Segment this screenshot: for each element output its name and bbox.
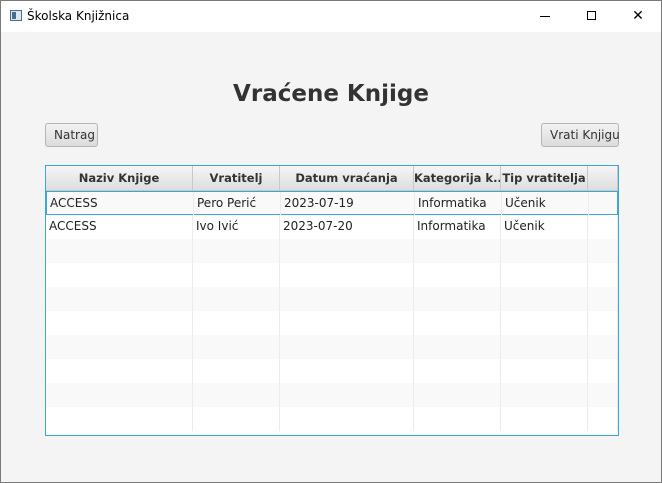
column-header-returner[interactable]: Vratitelj xyxy=(193,166,280,190)
column-header-filler xyxy=(588,166,618,190)
minimize-button[interactable] xyxy=(523,1,569,32)
empty-cell xyxy=(280,263,414,287)
column-header-returner-type[interactable]: Tip vratitelja xyxy=(501,166,588,190)
table-row[interactable]: ACCESS Pero Perić 2023-07-19 Informatika… xyxy=(46,191,618,216)
empty-cell xyxy=(414,287,501,311)
empty-cell xyxy=(414,407,501,431)
empty-cell xyxy=(501,287,588,311)
cell-filler xyxy=(588,215,618,239)
window-title: Školska Knjižnica xyxy=(27,9,130,23)
empty-cell xyxy=(193,383,280,407)
back-button[interactable]: Natrag xyxy=(45,123,98,147)
cell-return-date: 2023-07-19 xyxy=(281,192,415,216)
cell-returner-type: Učenik xyxy=(501,215,588,239)
maximize-button[interactable] xyxy=(569,1,615,32)
empty-cell xyxy=(501,407,588,431)
page-title: Vraćene Knjige xyxy=(233,81,429,107)
empty-cell xyxy=(414,383,501,407)
returned-books-table[interactable]: Naziv Knjige Vratitelj Datum vraćanja Ka… xyxy=(45,165,619,436)
table-header: Naziv Knjige Vratitelj Datum vraćanja Ka… xyxy=(46,166,618,191)
minimize-icon xyxy=(540,16,550,17)
empty-table-row xyxy=(46,335,618,359)
empty-cell xyxy=(588,287,618,311)
title-bar[interactable]: Školska Knjižnica ✕ xyxy=(1,1,661,32)
empty-cell xyxy=(501,359,588,383)
empty-cell xyxy=(588,359,618,383)
empty-cell xyxy=(46,407,193,431)
empty-cell xyxy=(193,311,280,335)
empty-cell xyxy=(501,263,588,287)
empty-cell xyxy=(280,359,414,383)
empty-table-row xyxy=(46,311,618,335)
empty-cell xyxy=(280,335,414,359)
empty-cell xyxy=(414,335,501,359)
empty-cell xyxy=(193,335,280,359)
cell-filler xyxy=(589,192,618,216)
column-header-return-date[interactable]: Datum vraćanja xyxy=(280,166,414,190)
cell-category: Informatika xyxy=(414,215,501,239)
empty-table-row xyxy=(46,239,618,263)
cell-book-name: ACCESS xyxy=(46,215,193,239)
empty-cell xyxy=(588,263,618,287)
empty-cell xyxy=(414,359,501,383)
empty-cell xyxy=(414,239,501,263)
return-book-button[interactable]: Vrati Knjigu xyxy=(541,123,620,147)
cell-returner: Ivo Ivić xyxy=(193,215,280,239)
empty-cell xyxy=(193,359,280,383)
empty-cell xyxy=(46,287,193,311)
empty-cell xyxy=(46,311,193,335)
empty-cell xyxy=(46,239,193,263)
column-header-category[interactable]: Kategorija k... xyxy=(414,166,501,190)
close-icon: ✕ xyxy=(632,8,644,24)
empty-cell xyxy=(414,311,501,335)
empty-cell xyxy=(193,287,280,311)
empty-cell xyxy=(280,311,414,335)
empty-cell xyxy=(501,335,588,359)
empty-cell xyxy=(501,311,588,335)
app-icon xyxy=(10,10,22,21)
empty-cell xyxy=(501,239,588,263)
cell-category: Informatika xyxy=(415,192,502,216)
empty-table-row xyxy=(46,287,618,311)
empty-cell xyxy=(414,263,501,287)
table-row[interactable]: ACCESS Ivo Ivić 2023-07-20 Informatika U… xyxy=(46,215,618,239)
empty-cell xyxy=(588,335,618,359)
column-header-book-name[interactable]: Naziv Knjige xyxy=(46,166,193,190)
empty-cell xyxy=(588,239,618,263)
empty-table-row xyxy=(46,359,618,383)
empty-cell xyxy=(501,383,588,407)
empty-table-row xyxy=(46,407,618,431)
empty-cell xyxy=(280,383,414,407)
cell-book-name: ACCESS xyxy=(47,192,194,216)
empty-cell xyxy=(193,263,280,287)
empty-cell xyxy=(46,359,193,383)
empty-cell xyxy=(588,383,618,407)
cell-return-date: 2023-07-20 xyxy=(280,215,414,239)
empty-table-row xyxy=(46,263,618,287)
close-button[interactable]: ✕ xyxy=(615,1,661,32)
empty-cell xyxy=(280,287,414,311)
empty-cell xyxy=(193,407,280,431)
empty-cell xyxy=(46,263,193,287)
empty-table-row xyxy=(46,383,618,407)
empty-cell xyxy=(193,239,280,263)
app-window: Školska Knjižnica ✕ Vraćene Knjige Natra… xyxy=(0,0,662,483)
empty-cell xyxy=(280,407,414,431)
empty-cell xyxy=(588,311,618,335)
empty-cell xyxy=(46,335,193,359)
cell-returner-type: Učenik xyxy=(502,192,589,216)
empty-cell xyxy=(280,239,414,263)
maximize-icon xyxy=(587,11,596,20)
empty-cell xyxy=(46,383,193,407)
empty-cell xyxy=(588,407,618,431)
cell-returner: Pero Perić xyxy=(194,192,281,216)
